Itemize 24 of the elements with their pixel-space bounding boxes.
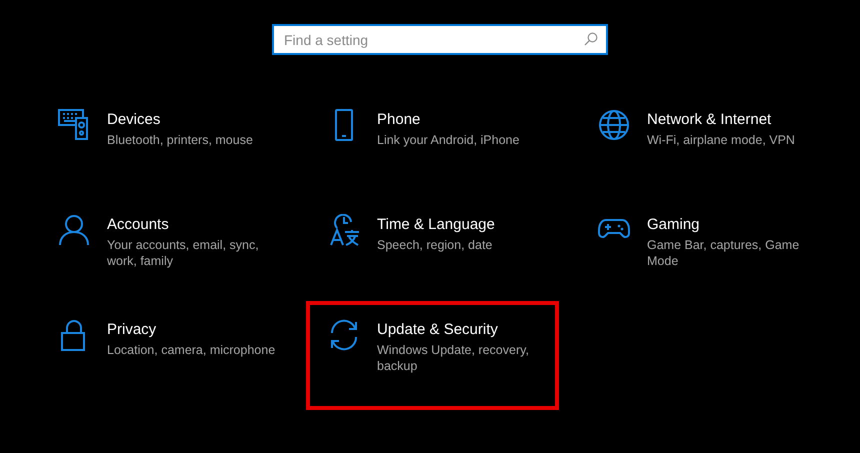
category-title: Phone xyxy=(377,111,422,129)
category-description: Speech, region, date xyxy=(377,237,494,253)
category-title: Accounts xyxy=(107,216,170,234)
category-description: Wi-Fi, airplane mode, VPN xyxy=(647,132,795,148)
keyboard-speaker-icon xyxy=(58,109,90,141)
sync-arrows-icon xyxy=(328,319,360,351)
category-title: Privacy xyxy=(107,321,158,339)
globe-icon xyxy=(598,109,630,141)
category-description: Location, camera, microphone xyxy=(107,342,276,358)
category-title: Gaming xyxy=(647,216,701,234)
category-title: Update & Security xyxy=(377,321,499,339)
category-title: Time & Language xyxy=(377,216,495,234)
category-title: Network & Internet xyxy=(647,111,772,129)
search-field[interactable]: Find a setting xyxy=(272,24,608,55)
category-description: Windows Update, recovery, backup xyxy=(377,342,530,374)
category-description: Link your Android, iPhone xyxy=(377,132,520,148)
category-description: Game Bar, captures, Game Mode xyxy=(647,237,800,269)
category-title: Devices xyxy=(107,111,162,129)
highlighted-category-tile[interactable]: Update & Security Windows Update, recovery, backup xyxy=(306,301,559,410)
search-icon xyxy=(584,32,598,46)
person-icon xyxy=(58,214,90,246)
clock-letter-icon xyxy=(328,214,360,246)
category-description: Your accounts, email, sync, work, family xyxy=(107,237,260,269)
category-description: Bluetooth, printers, mouse xyxy=(107,132,253,148)
